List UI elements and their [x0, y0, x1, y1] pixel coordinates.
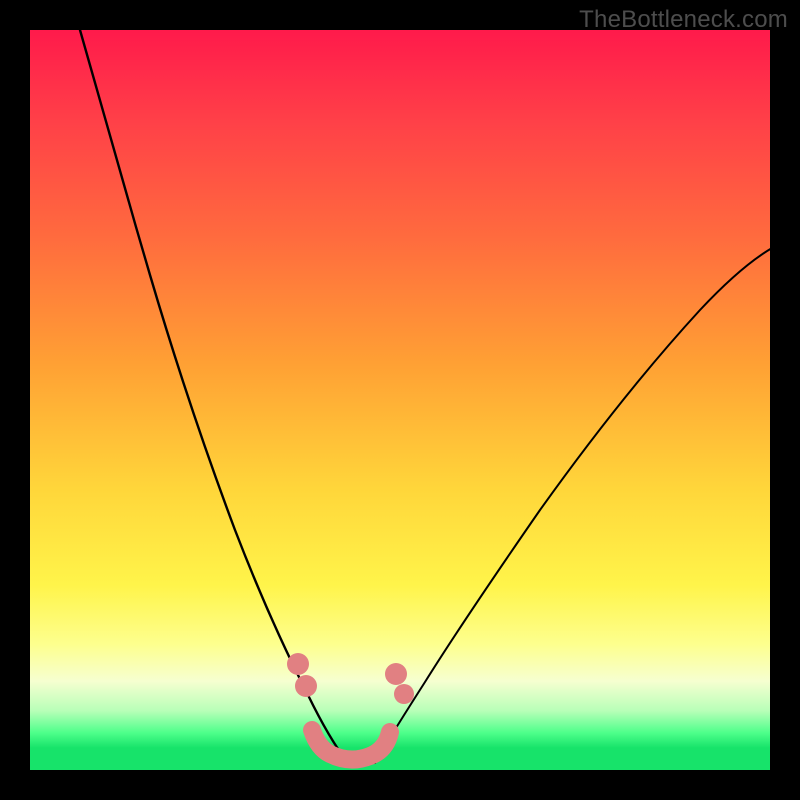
- curves-layer: [30, 30, 770, 770]
- marker-dot: [295, 675, 317, 697]
- marker-dot: [385, 663, 407, 685]
- trough-squiggle: [312, 730, 390, 760]
- marker-dot: [394, 684, 414, 704]
- watermark-text: TheBottleneck.com: [579, 6, 788, 34]
- left-curve: [80, 30, 348, 763]
- marker-dot: [287, 653, 309, 675]
- plot-area: [30, 30, 770, 770]
- right-curve: [375, 248, 772, 763]
- chart-frame: TheBottleneck.com: [0, 0, 800, 800]
